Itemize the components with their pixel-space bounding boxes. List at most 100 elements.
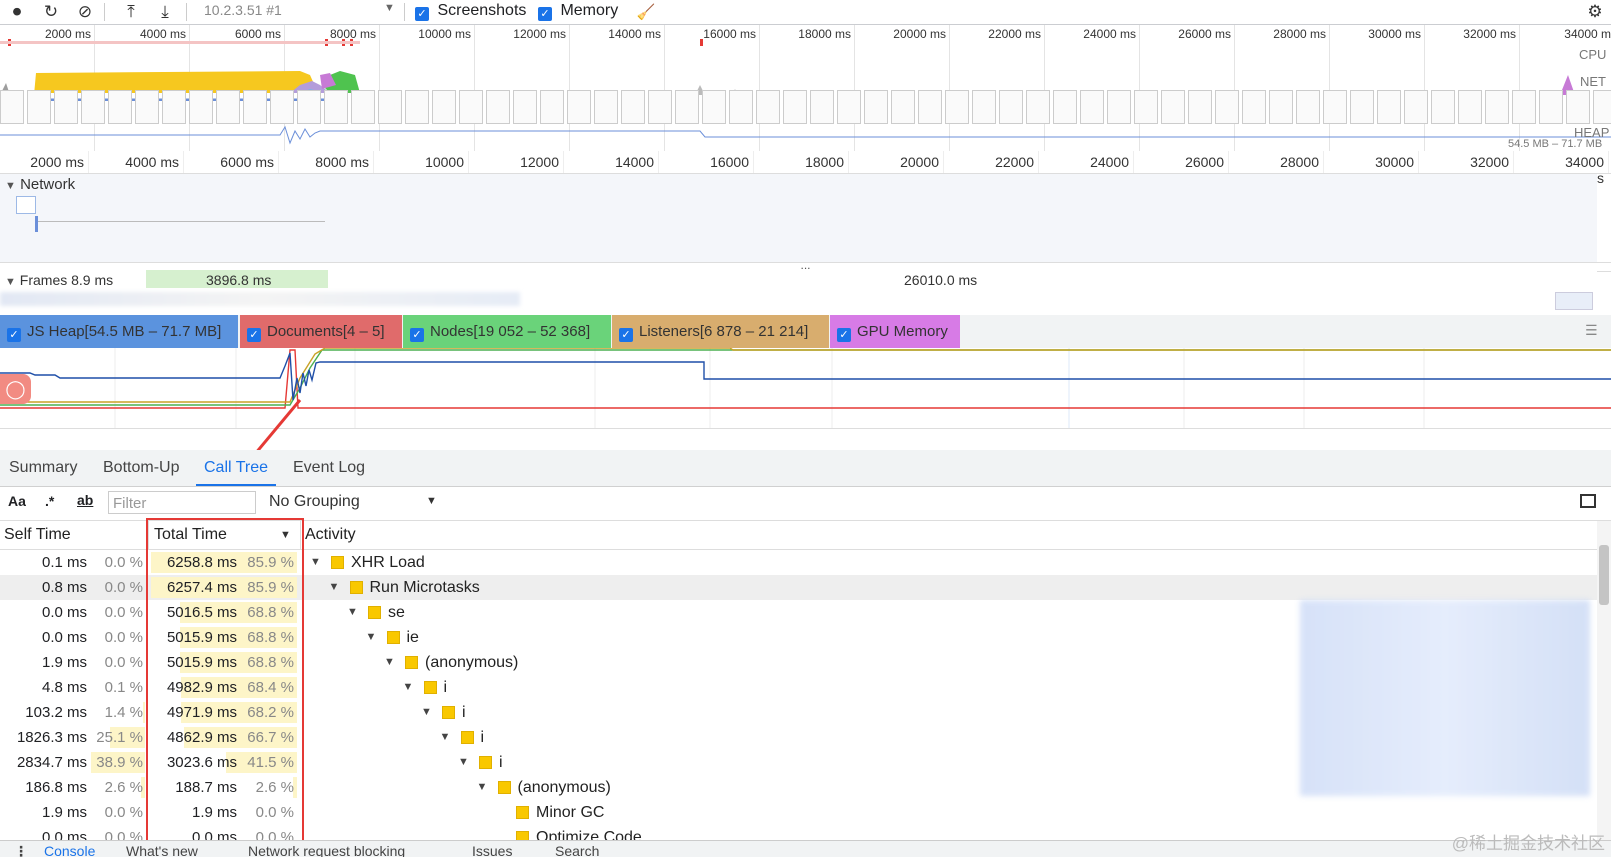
triangle-down-icon[interactable]: ▼ bbox=[421, 700, 432, 725]
screenshot-thumbnail[interactable] bbox=[351, 90, 375, 124]
counter-0[interactable]: ✓ JS Heap[54.5 MB – 71.7 MB] bbox=[0, 315, 238, 348]
screenshot-thumbnail[interactable] bbox=[891, 90, 915, 124]
triangle-down-icon[interactable]: ▼ bbox=[477, 775, 488, 800]
screenshot-thumbnail[interactable] bbox=[945, 90, 969, 124]
screenshot-thumbnail[interactable] bbox=[216, 90, 240, 124]
menu-icon[interactable]: ☰ bbox=[1585, 322, 1598, 339]
drawer-tab-4[interactable]: Search bbox=[555, 841, 599, 857]
triangle-down-icon[interactable]: ▼ bbox=[403, 675, 414, 700]
counter-2[interactable]: ✓ Nodes[19 052 – 52 368] bbox=[403, 315, 611, 348]
garbage-collect-icon[interactable]: 🧹 bbox=[635, 1, 657, 23]
drawer-menu-icon[interactable]: ⋮ bbox=[14, 841, 28, 857]
screenshot-thumbnail[interactable] bbox=[1431, 90, 1455, 124]
screenshot-thumbnail[interactable] bbox=[1215, 90, 1239, 124]
network-track-header[interactable]: ▼ Network bbox=[5, 176, 75, 193]
screenshot-thumbnail[interactable] bbox=[837, 90, 861, 124]
screenshot-thumbnail[interactable] bbox=[432, 90, 456, 124]
triangle-down-icon[interactable]: ▼ bbox=[329, 575, 340, 600]
screenshot-thumbnail[interactable] bbox=[783, 90, 807, 124]
tab-event-log[interactable]: Event Log bbox=[293, 450, 365, 486]
screenshot-thumbnail[interactable] bbox=[567, 90, 591, 124]
tab-call-tree[interactable]: Call Tree bbox=[196, 450, 277, 486]
screenshot-thumbnail[interactable] bbox=[81, 90, 105, 124]
screenshot-thumbnail[interactable] bbox=[1377, 90, 1401, 124]
sidebar-toggle-icon[interactable] bbox=[1580, 494, 1596, 508]
counter-3[interactable]: ✓ Listeners[6 878 – 21 214] bbox=[612, 315, 829, 348]
triangle-down-icon[interactable]: ▼ bbox=[458, 750, 469, 775]
screenshot-thumbnail[interactable] bbox=[999, 90, 1023, 124]
screenshot-thumbnail[interactable] bbox=[756, 90, 780, 124]
screenshot-thumbnail[interactable] bbox=[540, 90, 564, 124]
screenshot-thumbnail[interactable] bbox=[378, 90, 402, 124]
screenshot-thumbnail[interactable] bbox=[972, 90, 996, 124]
reload-icon[interactable]: ↻ bbox=[40, 1, 62, 23]
screenshot-thumbnail[interactable] bbox=[1404, 90, 1428, 124]
screenshot-thumbnail[interactable] bbox=[1539, 90, 1563, 124]
gear-icon[interactable]: ⚙ bbox=[1584, 1, 1606, 23]
screenshot-thumbnail[interactable] bbox=[459, 90, 483, 124]
chevron-down-icon[interactable]: ▼ bbox=[426, 495, 437, 507]
screenshot-thumbnail[interactable] bbox=[162, 90, 186, 124]
screenshot-thumbnail[interactable] bbox=[729, 90, 753, 124]
screenshot-thumbnail[interactable] bbox=[1026, 90, 1050, 124]
screenshot-thumbnail[interactable] bbox=[702, 90, 726, 124]
counter-1[interactable]: ✓ Documents[4 – 5] bbox=[240, 315, 402, 348]
screenshot-thumbnail[interactable] bbox=[189, 90, 213, 124]
triangle-down-icon[interactable]: ▼ bbox=[384, 650, 395, 675]
clear-icon[interactable]: ⊘ bbox=[74, 1, 96, 23]
frames-track-header[interactable]: ▼ Frames 8.9 ms bbox=[5, 272, 113, 288]
search-icon[interactable]: ◯ bbox=[0, 374, 31, 404]
triangle-down-icon[interactable]: ▼ bbox=[347, 600, 358, 625]
filter-input[interactable]: Filter bbox=[108, 491, 256, 514]
triangle-down-icon[interactable]: ▼ bbox=[310, 550, 321, 575]
counter-4[interactable]: ✓ GPU Memory bbox=[830, 315, 960, 348]
screenshot-thumbnail[interactable] bbox=[108, 90, 132, 124]
screenshot-thumbnail[interactable] bbox=[1323, 90, 1347, 124]
screenshot-thumbnail[interactable] bbox=[513, 90, 537, 124]
triangle-down-icon[interactable]: ▼ bbox=[366, 625, 377, 650]
activity-header[interactable]: Activity bbox=[305, 521, 356, 549]
grouping-select[interactable]: No Grouping bbox=[269, 493, 360, 511]
screenshot-thumbnail[interactable] bbox=[648, 90, 672, 124]
drawer-tab-0[interactable]: Console bbox=[44, 841, 95, 857]
screenshot-thumbnail[interactable] bbox=[1188, 90, 1212, 124]
timeline-overview[interactable]: 2000 ms 4000 ms 6000 ms 8000 ms 10000 ms 1200… bbox=[0, 25, 1611, 151]
screenshot-thumbnail[interactable] bbox=[1269, 90, 1293, 124]
whole-word-button[interactable]: ab bbox=[77, 492, 93, 508]
triangle-down-icon[interactable]: ▼ bbox=[440, 725, 451, 750]
screenshot-thumbnail[interactable] bbox=[1485, 90, 1509, 124]
screenshot-thumbnail[interactable] bbox=[486, 90, 510, 124]
tab-summary[interactable]: Summary bbox=[9, 450, 77, 486]
screenshot-thumbnail[interactable] bbox=[621, 90, 645, 124]
screenshot-thumbnail[interactable] bbox=[243, 90, 267, 124]
screenshot-thumbnail[interactable] bbox=[1053, 90, 1077, 124]
screenshot-thumbnail[interactable] bbox=[135, 90, 159, 124]
screenshot-thumbnail[interactable] bbox=[405, 90, 429, 124]
screenshot-thumbnail[interactable] bbox=[27, 90, 51, 124]
screenshot-thumbnail[interactable] bbox=[1566, 90, 1590, 124]
scrollbar-thumb[interactable] bbox=[1599, 545, 1609, 605]
screenshot-thumbnail[interactable] bbox=[270, 90, 294, 124]
screenshot-thumbnail[interactable] bbox=[675, 90, 699, 124]
regex-button[interactable]: .* bbox=[45, 493, 54, 509]
download-icon[interactable]: ⤓ bbox=[154, 1, 176, 23]
screenshot-thumbnail[interactable] bbox=[594, 90, 618, 124]
chevron-down-icon[interactable]: ▼ bbox=[384, 2, 395, 14]
screenshot-thumbnail[interactable] bbox=[1458, 90, 1482, 124]
screenshot-thumbnail[interactable] bbox=[1512, 90, 1536, 124]
screenshot-thumbnail[interactable] bbox=[1350, 90, 1374, 124]
screenshot-thumbnail[interactable] bbox=[324, 90, 348, 124]
record-icon[interactable]: ⏺ bbox=[6, 1, 28, 23]
screenshot-thumbnail[interactable] bbox=[1242, 90, 1266, 124]
screenshot-thumbnail[interactable] bbox=[1296, 90, 1320, 124]
drawer-tab-2[interactable]: Network request blocking bbox=[248, 841, 405, 857]
screenshot-thumbnail[interactable] bbox=[1134, 90, 1158, 124]
frame-thumbnail[interactable] bbox=[1555, 292, 1593, 310]
screenshot-thumbnail[interactable] bbox=[1161, 90, 1185, 124]
screenshot-thumbnail[interactable] bbox=[1080, 90, 1104, 124]
self-time-header[interactable]: Self Time bbox=[4, 521, 71, 549]
screenshot-thumbnail[interactable] bbox=[0, 90, 24, 124]
match-case-button[interactable]: Aa bbox=[8, 493, 26, 509]
drawer-tab-1[interactable]: What's new bbox=[126, 841, 198, 857]
memory-checkbox[interactable]: ✓ Memory bbox=[538, 2, 618, 21]
